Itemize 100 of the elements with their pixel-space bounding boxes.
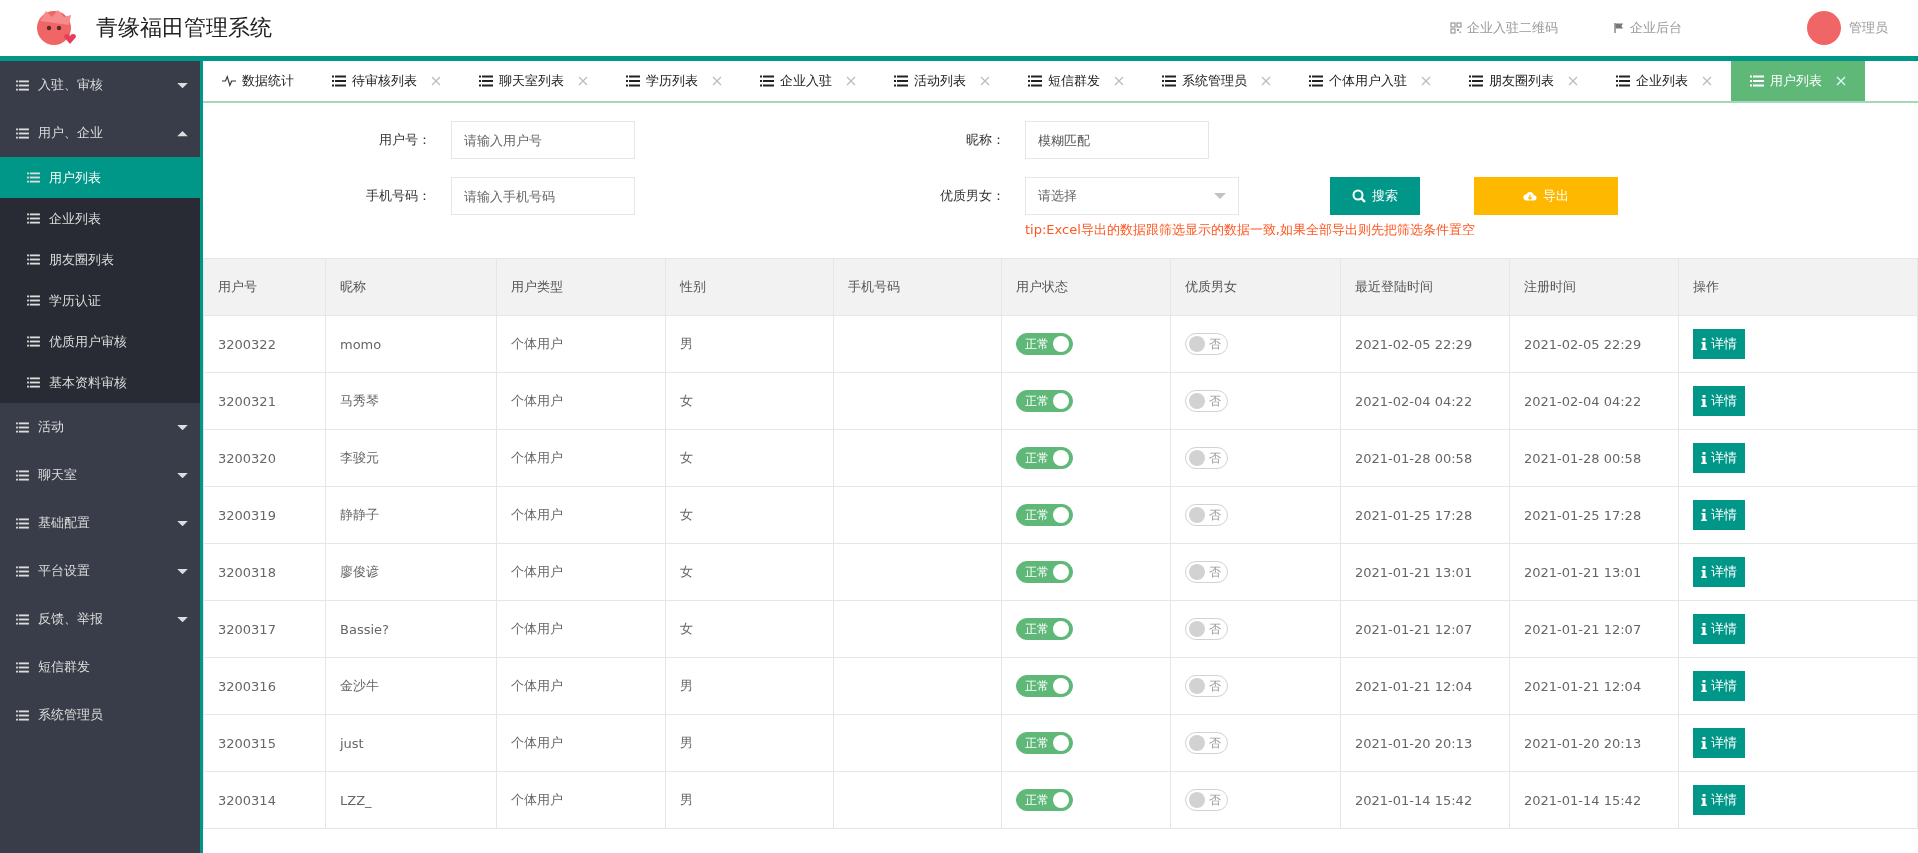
sidebar-item[interactable]: 学历认证: [0, 280, 200, 321]
detail-button[interactable]: 详情: [1693, 386, 1745, 416]
table-cell: 个体用户: [511, 735, 563, 750]
sidebar-group[interactable]: 活动: [0, 403, 200, 451]
table-cell: 2021-02-04 04:22: [1524, 393, 1642, 409]
table-cell: 2021-01-21 12:04: [1355, 678, 1473, 694]
column-header: 注册时间: [1524, 279, 1576, 294]
caret-icon: [1214, 192, 1226, 200]
sidebar-group[interactable]: 反馈、举报: [0, 595, 200, 643]
table-cell: 女: [680, 507, 693, 522]
sidebar-group[interactable]: 基础配置: [0, 499, 200, 547]
sidebar-item[interactable]: 朋友圈列表: [0, 239, 200, 280]
info-icon: [1701, 395, 1707, 407]
tab[interactable]: 短信群发: [1009, 61, 1143, 101]
list-icon: [27, 172, 40, 183]
sidebar-item[interactable]: 优质用户审核: [0, 321, 200, 362]
close-icon[interactable]: [1702, 76, 1712, 86]
avatar[interactable]: [1807, 11, 1841, 45]
status-switch[interactable]: 正常: [1016, 789, 1073, 811]
sidebar-item[interactable]: 企业列表: [0, 198, 200, 239]
detail-button[interactable]: 详情: [1693, 443, 1745, 473]
close-icon[interactable]: [578, 76, 588, 86]
sidebar-group[interactable]: 系统管理员: [0, 691, 200, 739]
search-button[interactable]: 搜索: [1330, 177, 1420, 215]
close-icon[interactable]: [431, 76, 441, 86]
tab[interactable]: 活动列表: [875, 61, 1009, 101]
column-header: 用户状态: [1016, 279, 1068, 294]
table-cell: 3200318: [218, 564, 276, 580]
detail-button[interactable]: 详情: [1693, 329, 1745, 359]
table-cell: 3200319: [218, 507, 276, 523]
info-icon: [1701, 452, 1707, 464]
tab[interactable]: 聊天室列表: [460, 61, 607, 101]
detail-button[interactable]: 详情: [1693, 671, 1745, 701]
table-cell: 个体用户: [511, 678, 563, 693]
tab[interactable]: 个体用户入驻: [1290, 61, 1450, 101]
detail-button[interactable]: 详情: [1693, 614, 1745, 644]
status-switch[interactable]: 正常: [1016, 561, 1073, 583]
input-field[interactable]: 模糊匹配: [1025, 121, 1209, 159]
header-link[interactable]: 企业后台: [1613, 19, 1682, 37]
tab[interactable]: 企业入驻: [741, 61, 875, 101]
close-icon[interactable]: [1114, 76, 1124, 86]
user-name[interactable]: 管理员: [1849, 19, 1888, 37]
status-switch[interactable]: 正常: [1016, 390, 1073, 412]
info-icon: [1701, 338, 1707, 350]
table-cell: 2021-02-05 22:29: [1524, 336, 1642, 352]
sidebar-group[interactable]: 平台设置: [0, 547, 200, 595]
app-title: 青缘福田管理系统: [96, 14, 272, 42]
table-cell: 2021-01-21 13:01: [1355, 564, 1473, 580]
tab[interactable]: 朋友圈列表: [1450, 61, 1597, 101]
list-icon: [16, 661, 29, 673]
list-icon: [16, 421, 29, 433]
sidebar-item[interactable]: 用户列表: [0, 157, 200, 198]
sidebar-group[interactable]: 聊天室: [0, 451, 200, 499]
caret-icon: [177, 471, 188, 479]
tab[interactable]: 系统管理员: [1143, 61, 1290, 101]
table-cell: 2021-01-21 12:07: [1355, 621, 1473, 637]
tab[interactable]: 学历列表: [607, 61, 741, 101]
tab[interactable]: 数据统计: [203, 61, 313, 101]
tab[interactable]: 待审核列表: [313, 61, 460, 101]
detail-button[interactable]: 详情: [1693, 557, 1745, 587]
caret-icon: [177, 81, 188, 89]
detail-button[interactable]: 详情: [1693, 728, 1745, 758]
close-icon[interactable]: [1261, 76, 1271, 86]
sidebar-group[interactable]: 用户、企业: [0, 109, 200, 157]
list-icon: [16, 469, 29, 481]
sidebar-group[interactable]: 短信群发: [0, 643, 200, 691]
detail-button[interactable]: 详情: [1693, 500, 1745, 530]
table-cell: 2021-02-05 22:29: [1355, 336, 1473, 352]
table-cell: 3200316: [218, 678, 276, 694]
input-field[interactable]: 请输入手机号码: [451, 177, 635, 215]
close-icon[interactable]: [1421, 76, 1431, 86]
header-link[interactable]: 企业入驻二维码: [1450, 19, 1558, 37]
list-icon: [1028, 75, 1042, 87]
info-icon: [1701, 509, 1707, 521]
column-header: 操作: [1693, 279, 1719, 294]
detail-button[interactable]: 详情: [1693, 785, 1745, 815]
field-label: 优质男女：: [939, 187, 1006, 205]
table-cell: 李骏元: [340, 450, 379, 465]
tab[interactable]: 用户列表: [1731, 61, 1865, 101]
list-icon: [27, 336, 40, 347]
list-icon: [16, 517, 29, 529]
input-field[interactable]: 请输入用户号: [451, 121, 635, 159]
status-switch[interactable]: 正常: [1016, 447, 1073, 469]
close-icon[interactable]: [980, 76, 990, 86]
tab[interactable]: 企业列表: [1597, 61, 1731, 101]
select-field[interactable]: 请选择: [1025, 177, 1239, 215]
status-switch[interactable]: 正常: [1016, 675, 1073, 697]
status-switch[interactable]: 正常: [1016, 618, 1073, 640]
flag-icon: [1613, 22, 1625, 34]
table-cell: 2021-01-28 00:58: [1355, 450, 1473, 466]
status-switch[interactable]: 正常: [1016, 333, 1073, 355]
status-switch[interactable]: 正常: [1016, 504, 1073, 526]
list-icon: [1309, 75, 1323, 87]
sidebar-group[interactable]: 入驻、审核: [0, 61, 200, 109]
table-cell: 2021-01-25 17:28: [1524, 507, 1642, 523]
close-icon[interactable]: [712, 76, 722, 86]
close-icon[interactable]: [1568, 76, 1578, 86]
sidebar-item[interactable]: 基本资料审核: [0, 362, 200, 403]
status-switch[interactable]: 正常: [1016, 732, 1073, 754]
close-icon[interactable]: [846, 76, 856, 86]
